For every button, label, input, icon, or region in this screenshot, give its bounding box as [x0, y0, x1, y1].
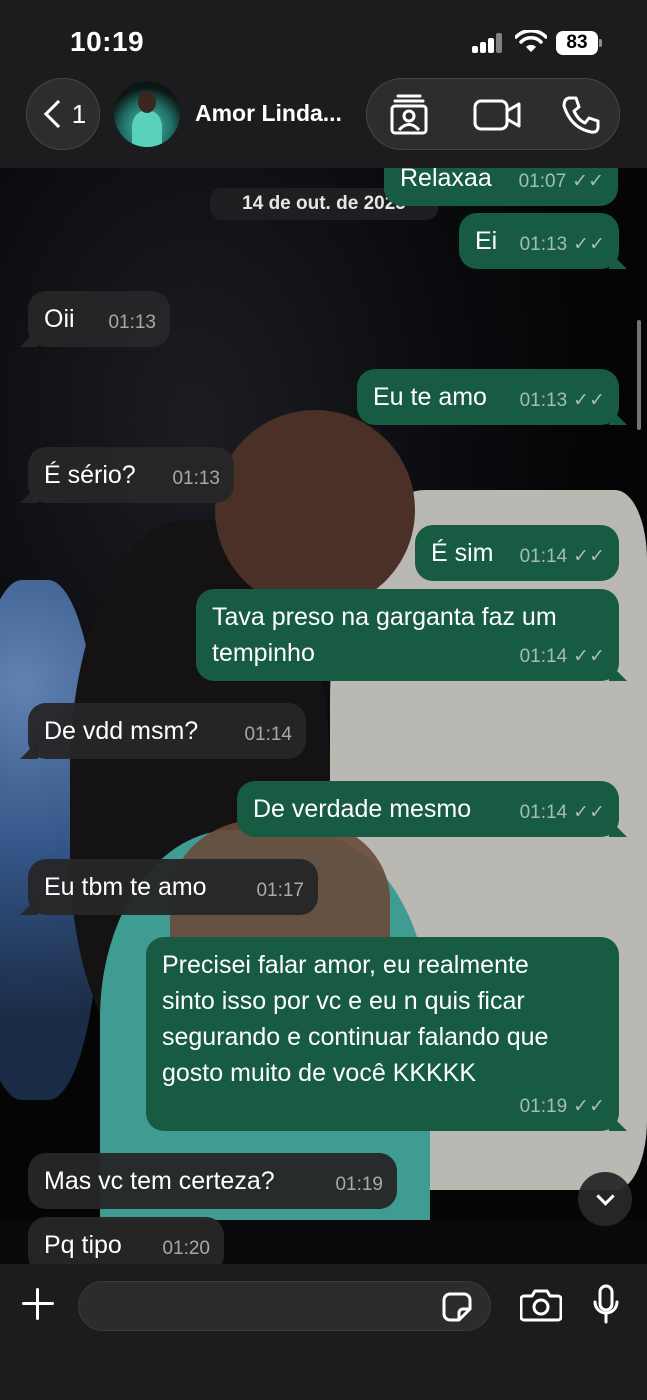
message-text: Mas vc tem certeza? — [44, 1167, 275, 1195]
message-time: 01:14 — [244, 724, 292, 745]
message-time: 01:14 — [519, 802, 568, 823]
message-time: 01:19 — [335, 1174, 383, 1195]
message-outgoing[interactable]: Precisei falar amor, eu realmente sinto … — [146, 937, 627, 1131]
chevron-left-icon — [43, 99, 72, 129]
message-text: De vdd msm? — [44, 717, 199, 745]
message-time: 01:14 — [519, 646, 568, 667]
message-outgoing[interactable]: De verdade mesmo 01:14 ✓✓ — [237, 781, 627, 837]
message-text: Eu te amo — [373, 383, 487, 411]
status-time: 10:19 — [70, 26, 145, 57]
message-text: De verdade mesmo — [253, 795, 472, 823]
message-incoming[interactable]: Oii 01:13 — [20, 291, 170, 347]
back-button[interactable]: 1 — [26, 78, 100, 150]
message-text: É sério? — [44, 461, 136, 489]
message-time: 01:07 — [518, 171, 567, 192]
message-incoming[interactable]: É sério? 01:13 — [20, 447, 234, 503]
video-camera-icon[interactable] — [473, 99, 521, 131]
microphone-icon[interactable] — [592, 1284, 620, 1326]
message-incoming[interactable]: Pq tipo 01:20 — [20, 1217, 224, 1264]
double-check-icon: ✓✓ — [573, 1096, 605, 1117]
wifi-icon — [515, 30, 547, 52]
double-check-icon: ✓✓ — [573, 390, 605, 411]
unread-count: 1 — [71, 98, 87, 129]
message-outgoing[interactable]: Ei 01:13 ✓✓ — [459, 213, 627, 269]
cellular-signal-icon — [472, 33, 504, 53]
battery-icon: 83 — [556, 31, 602, 55]
message-text: Eu tbm te amo — [44, 873, 207, 901]
contact-name[interactable]: Amor Linda... — [195, 100, 355, 127]
message-text: Pq tipo — [44, 1231, 122, 1259]
message-input[interactable] — [78, 1281, 491, 1331]
scroll-to-bottom-button[interactable] — [578, 1172, 632, 1226]
double-check-icon: ✓✓ — [573, 646, 605, 667]
contact-avatar[interactable] — [114, 81, 180, 147]
message-text: Tava preso na garganta faz um tempinho — [212, 603, 557, 667]
battery-level: 83 — [556, 31, 598, 55]
message-outgoing[interactable]: Eu te amo 01:13 ✓✓ — [357, 369, 627, 425]
double-check-icon: ✓✓ — [573, 546, 605, 567]
message-text: Ei — [475, 227, 498, 255]
message-time: 01:13 — [108, 312, 156, 333]
phone-icon[interactable] — [561, 95, 601, 135]
message-time: 01:13 — [172, 468, 220, 489]
message-text: Oii — [44, 305, 75, 333]
scrollbar[interactable] — [637, 320, 641, 430]
message-incoming[interactable]: De vdd msm? 01:14 — [20, 703, 306, 759]
double-check-icon: ✓✓ — [572, 171, 604, 192]
chat-header: 1 Amor Linda... — [0, 78, 647, 168]
message-incoming[interactable]: Eu tbm te amo 01:17 — [20, 859, 318, 915]
message-outgoing[interactable]: Relaxaa 01:07 ✓✓ — [384, 168, 618, 206]
camera-icon[interactable] — [520, 1288, 562, 1322]
message-incoming[interactable]: Mas vc tem certeza? 01:19 — [28, 1153, 397, 1209]
sticker-icon[interactable] — [441, 1291, 473, 1323]
message-time: 01:19 — [519, 1096, 568, 1117]
message-time: 01:13 — [519, 390, 568, 411]
message-text: Relaxaa — [400, 168, 492, 192]
plus-icon[interactable] — [20, 1286, 56, 1322]
message-time: 01:13 — [519, 234, 568, 255]
message-time: 01:17 — [256, 880, 304, 901]
chevron-down-icon — [595, 1186, 615, 1206]
message-time: 01:14 — [519, 546, 568, 567]
double-check-icon: ✓✓ — [573, 234, 605, 255]
status-bar: 10:19 83 — [0, 0, 647, 78]
message-text: É sim — [431, 539, 494, 567]
compose-bar — [0, 1264, 647, 1400]
message-outgoing[interactable]: Tava preso na garganta faz um tempinho 0… — [196, 589, 627, 681]
message-list[interactable]: 14 de out. de 2025 Relaxaa 01:07 ✓✓ Ei 01… — [0, 168, 647, 1264]
contact-card-icon[interactable] — [389, 93, 429, 135]
message-outgoing[interactable]: É sim 01:14 ✓✓ — [415, 525, 619, 581]
message-text: Precisei falar amor, eu realmente sinto … — [162, 951, 549, 1087]
message-time: 01:20 — [162, 1238, 210, 1259]
call-actions — [366, 78, 620, 150]
double-check-icon: ✓✓ — [573, 802, 605, 823]
